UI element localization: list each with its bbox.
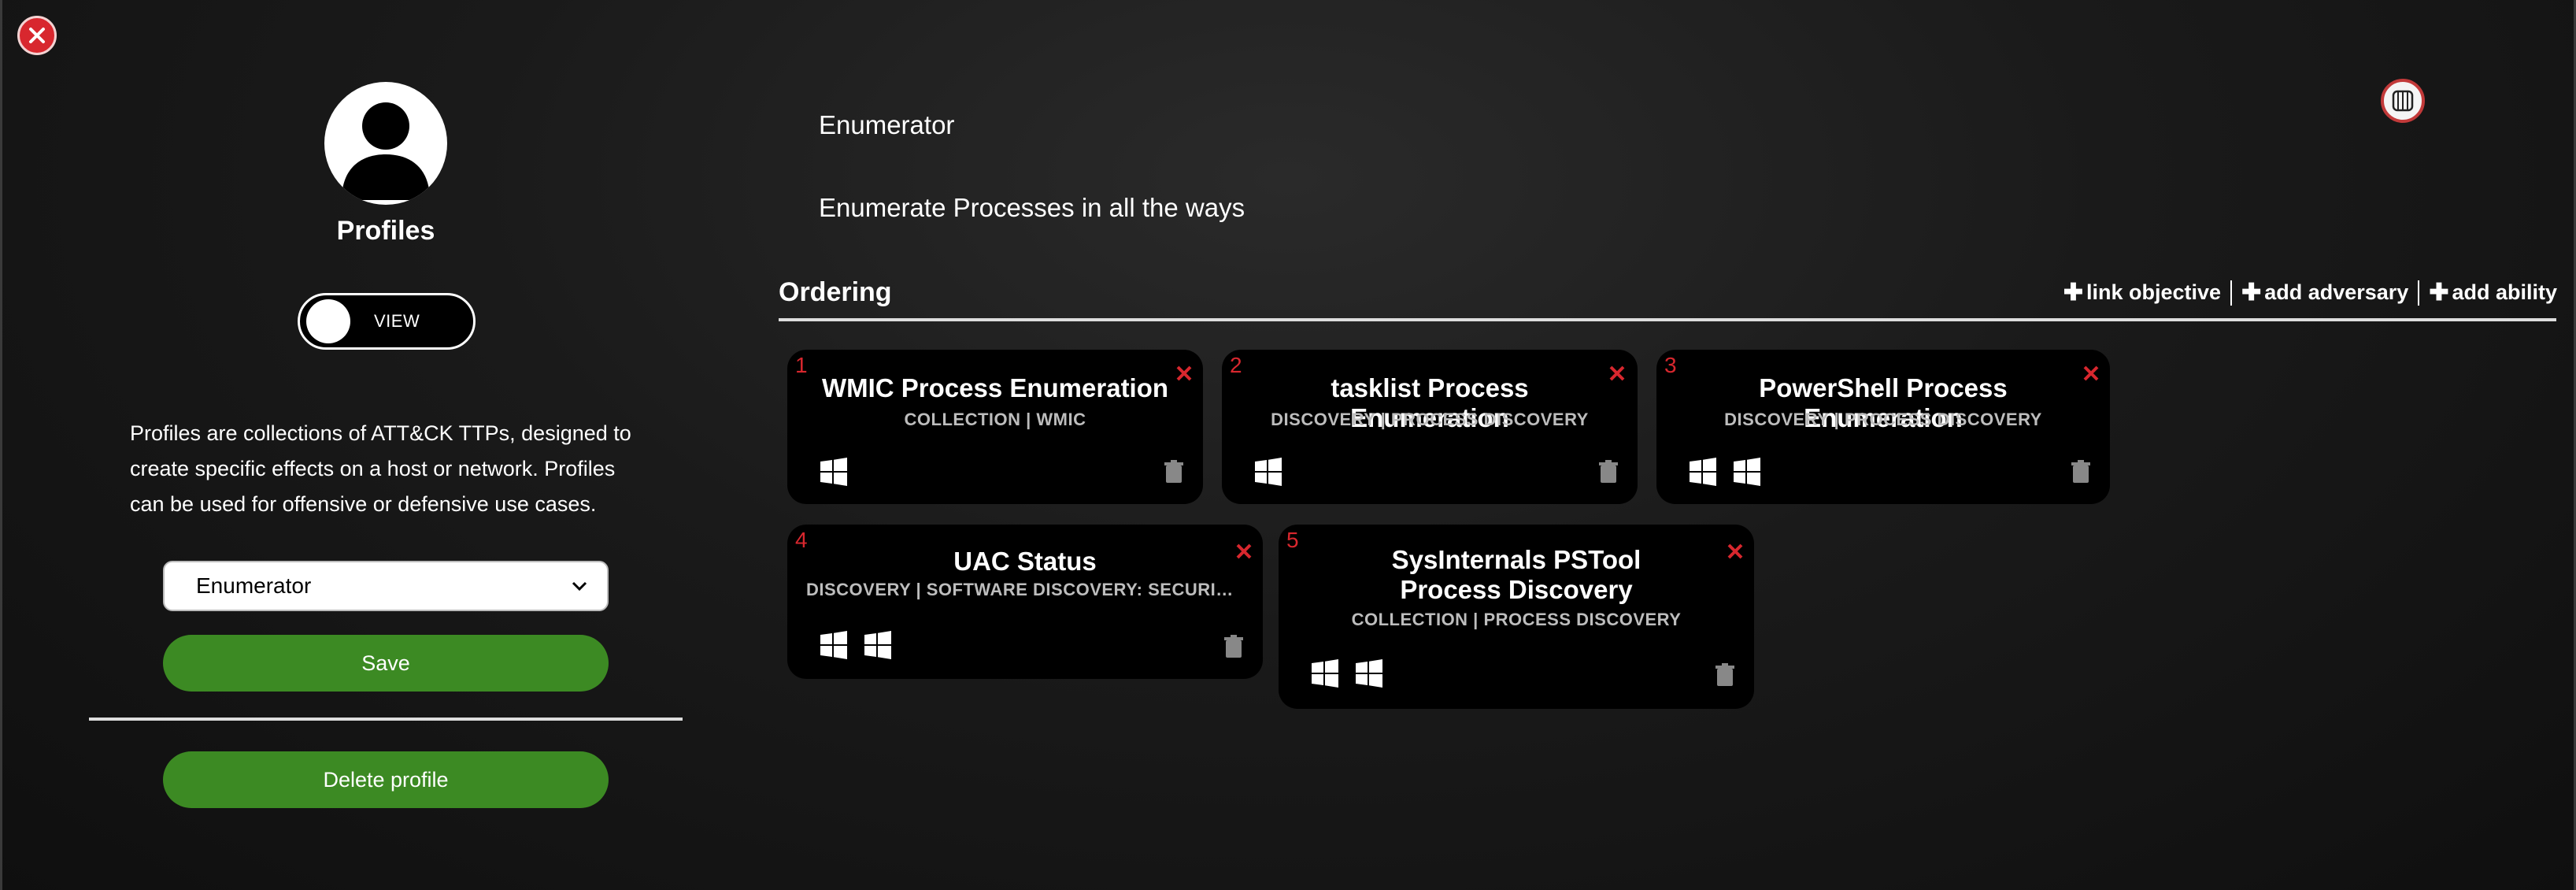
ordering-actions: ✚ link objective ✚ add adversary ✚ add a… [2063, 279, 2557, 306]
link-objective-button[interactable]: ✚ link objective [2063, 279, 2221, 306]
add-ability-label: add ability [2452, 280, 2557, 304]
platform-icons [1688, 457, 1762, 487]
action-separator [2418, 280, 2420, 306]
ability-tactic: DISCOVERY | PROCESS DISCOVERY [1271, 410, 1589, 429]
toggle-knob [306, 299, 350, 343]
add-ability-button[interactable]: ✚ add ability [2429, 279, 2557, 306]
platform-icons [819, 457, 849, 487]
windows-icon [1356, 659, 1382, 688]
profile-select-value: Enumerator [196, 573, 312, 598]
profile-select[interactable]: Enumerator [163, 561, 609, 611]
add-adversary-button[interactable]: ✚ add adversary [2241, 279, 2408, 306]
ability-title: UAC Status [953, 547, 1097, 576]
windows-icon [1690, 458, 1716, 486]
windows-icon [1734, 458, 1760, 486]
ability-title: WMIC Process Enumeration [821, 373, 1169, 402]
windows-icon [820, 631, 847, 659]
profile-description[interactable]: Enumerate Processes in all the ways [819, 193, 1245, 223]
add-adversary-label: add adversary [2264, 280, 2409, 304]
profiles-description: Profiles are collections of ATT&CK TTPs,… [130, 421, 631, 516]
ability-tactic: DISCOVERY | PROCESS DISCOVERY [1724, 410, 2042, 429]
trash-icon[interactable] [1715, 663, 1735, 687]
delete-profile-button[interactable]: Delete profile [163, 751, 609, 808]
trash-icon[interactable] [1164, 460, 1184, 484]
caldera-logo-icon [2381, 79, 2425, 123]
plus-icon: ✚ [2429, 280, 2449, 306]
platform-icons [819, 630, 893, 660]
platform-icons [1253, 457, 1283, 487]
windows-icon [820, 458, 847, 486]
ability-tactic: COLLECTION | WMIC [904, 410, 1086, 429]
plus-icon: ✚ [2241, 280, 2262, 306]
windows-icon [1255, 458, 1282, 486]
sidebar-divider [89, 718, 683, 721]
save-button[interactable]: Save [163, 635, 609, 692]
action-separator [2230, 280, 2233, 306]
plus-icon: ✚ [2063, 280, 2084, 306]
trash-icon[interactable] [1598, 460, 1619, 484]
sidebar-title: Profiles [336, 216, 435, 246]
ability-card[interactable]: 4 UAC Status DISCOVERY | SOFTWARE DISCOV… [787, 525, 1263, 679]
windows-icon [1312, 659, 1338, 688]
trash-icon[interactable] [1223, 635, 1244, 658]
profiles-sidebar: Profiles VIEW Profiles are collections o… [0, 0, 772, 890]
chevron-down-icon [572, 581, 587, 591]
user-silhouette-icon [324, 82, 447, 205]
ability-tactic: DISCOVERY | SOFTWARE DISCOVERY: SECURITY… [806, 580, 1263, 599]
trash-icon[interactable] [2071, 460, 2091, 484]
platform-icons [1310, 658, 1384, 688]
ability-card[interactable]: 5 SysInternals PSTool Process Discovery … [1279, 525, 1754, 709]
link-objective-label: link objective [2086, 280, 2222, 304]
ability-card[interactable]: 2 tasklist Process Enumeration DISCOVERY… [1222, 350, 1638, 504]
ability-card[interactable]: 3 PowerShell Process Enumeration DISCOVE… [1656, 350, 2110, 504]
toggle-label: VIEW [374, 311, 420, 331]
ability-card[interactable]: 1 WMIC Process Enumeration COLLECTION | … [787, 350, 1203, 504]
ability-title: SysInternals PSTool Process Discovery [1391, 545, 1641, 604]
ability-tactic: COLLECTION | PROCESS DISCOVERY [1351, 610, 1682, 629]
ordering-divider [779, 318, 2556, 321]
windows-icon [864, 631, 891, 659]
profile-name[interactable]: Enumerator [819, 110, 954, 140]
view-toggle[interactable]: VIEW [298, 293, 476, 350]
ordering-title: Ordering [779, 277, 892, 307]
